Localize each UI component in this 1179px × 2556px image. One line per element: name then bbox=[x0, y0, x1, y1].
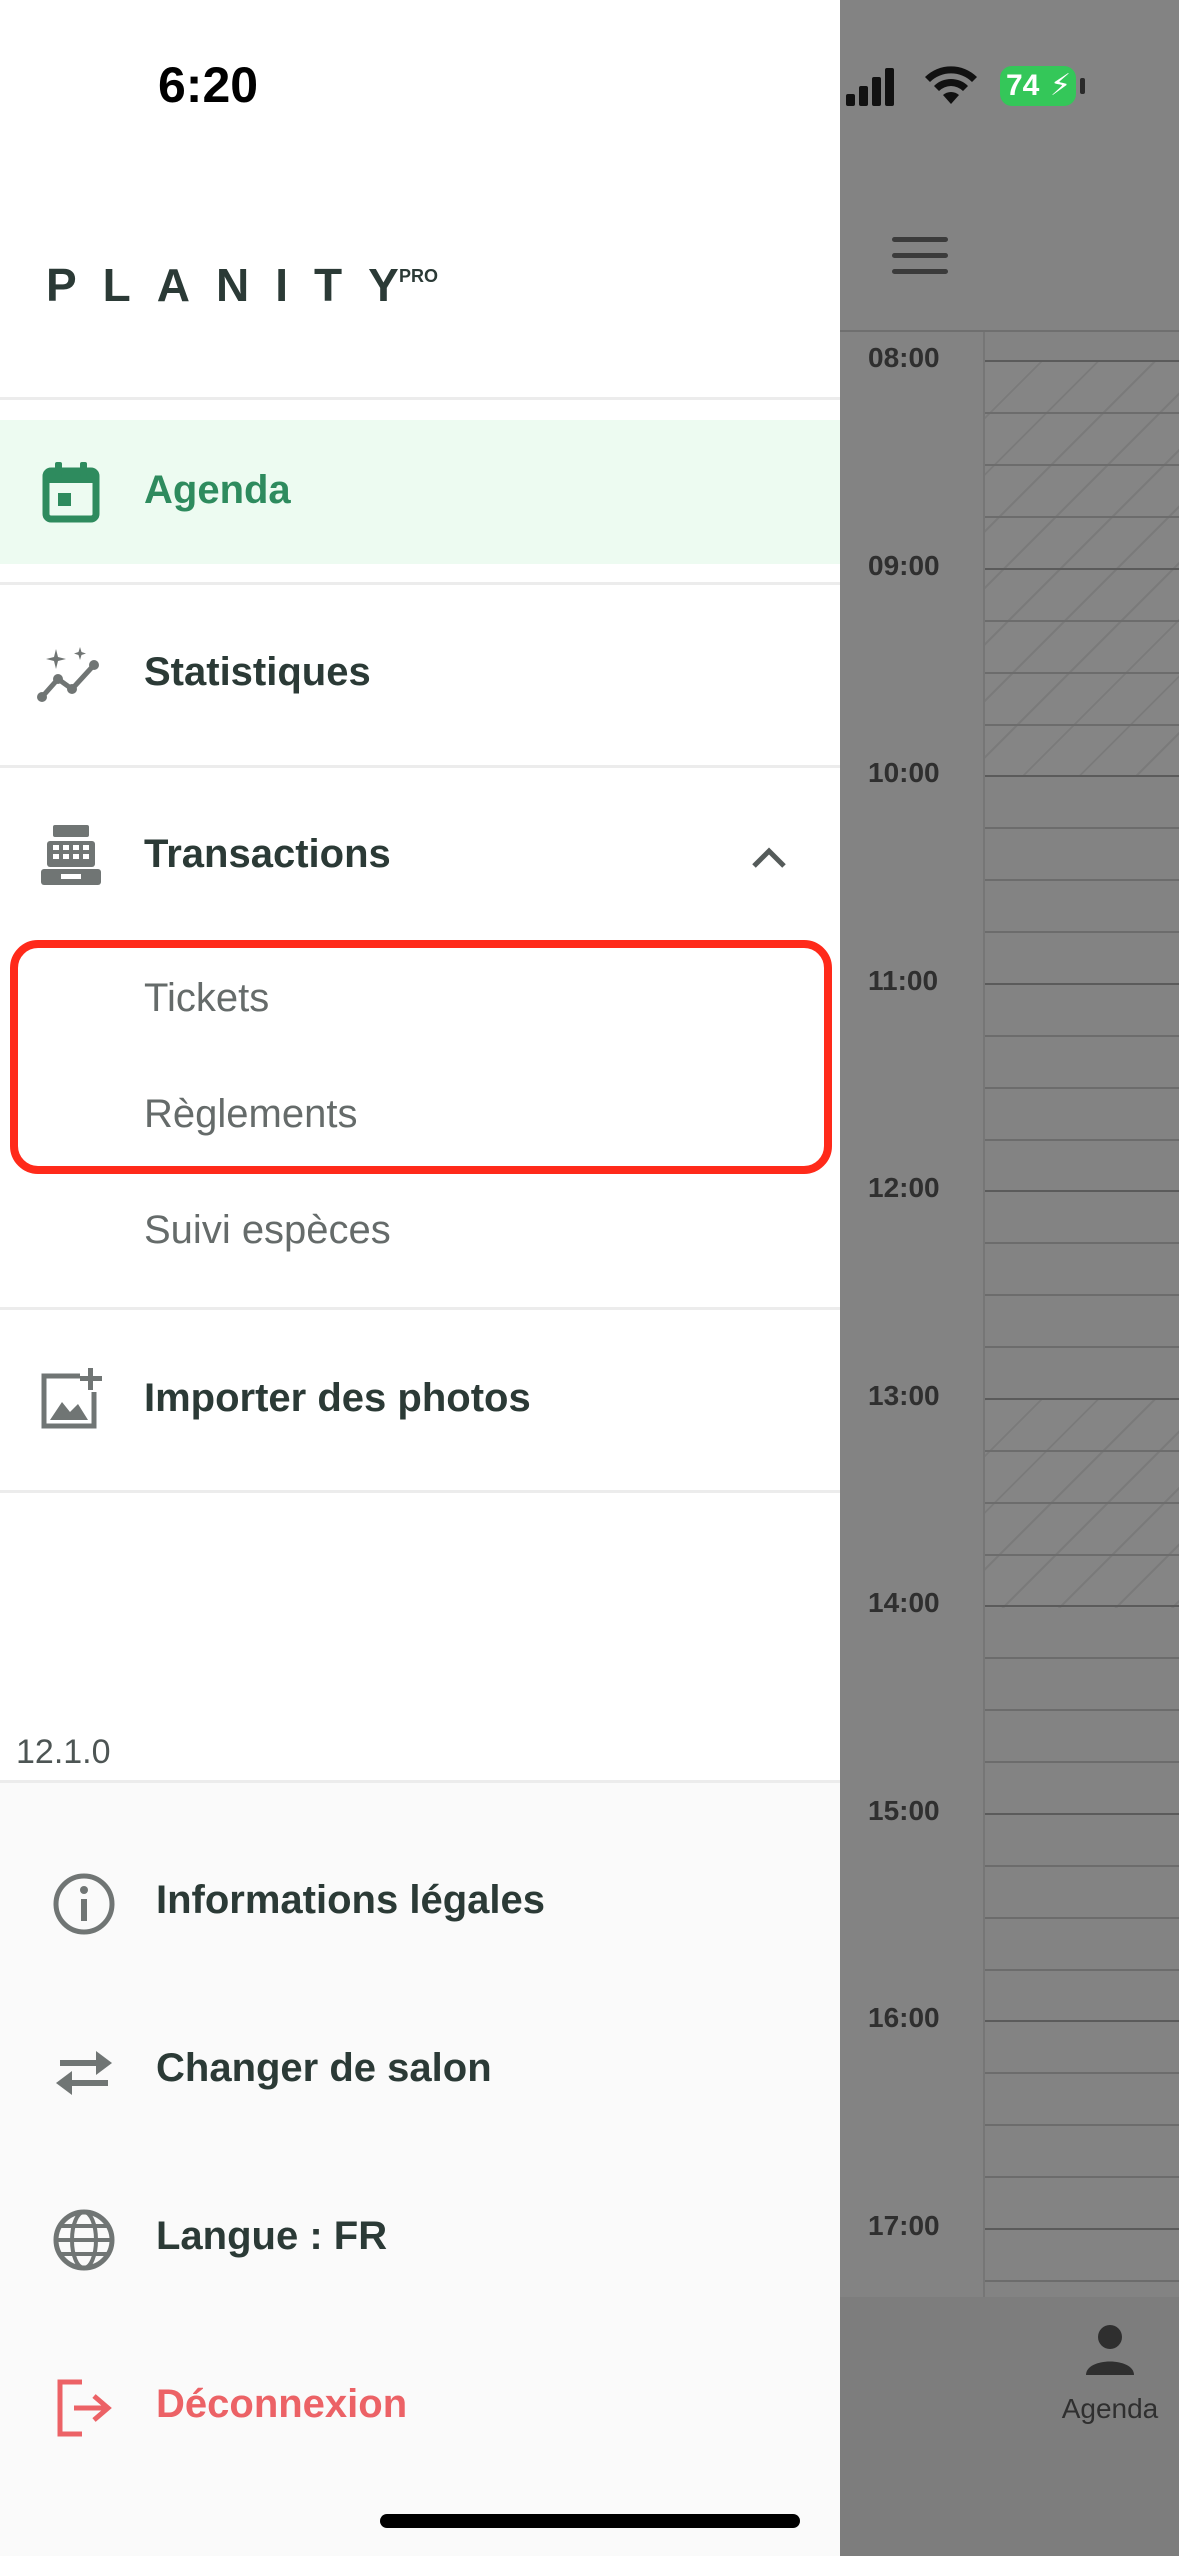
quarter-line bbox=[985, 1087, 1179, 1089]
quarter-line bbox=[985, 1450, 1179, 1452]
quarter-line bbox=[985, 1242, 1179, 1244]
time-label: 11:00 bbox=[868, 965, 939, 996]
quarter-line bbox=[985, 1139, 1179, 1141]
drawer-footer: Informations légales Changer de salon La… bbox=[0, 1780, 840, 2556]
hour-line bbox=[985, 568, 1179, 570]
quarter-line bbox=[985, 620, 1179, 622]
home-indicator bbox=[380, 2514, 800, 2528]
swap-arrows-icon bbox=[48, 2036, 120, 2108]
menu-item-agenda[interactable]: Agenda bbox=[0, 420, 840, 564]
annotation-highlight-box bbox=[10, 940, 832, 1174]
tab-bar: Agenda bbox=[840, 2297, 1179, 2556]
logout-icon bbox=[48, 2372, 120, 2444]
menu-item-importer-photos[interactable]: Importer des photos bbox=[0, 1330, 840, 1470]
menu-item-transactions[interactable]: Transactions bbox=[0, 786, 840, 926]
battery-icon: 74 ⚡ bbox=[1000, 66, 1076, 106]
hour-line bbox=[985, 2020, 1179, 2022]
time-label: 13:00 bbox=[868, 1380, 940, 1411]
quarter-line bbox=[985, 1761, 1179, 1763]
wifi-icon bbox=[925, 66, 977, 104]
quarter-line bbox=[985, 827, 1179, 829]
quarter-line bbox=[985, 516, 1179, 518]
calendar-icon bbox=[36, 457, 106, 527]
time-label: 10:00 bbox=[868, 757, 940, 788]
battery-level: 74 bbox=[1006, 69, 1040, 102]
add-photo-icon bbox=[36, 1364, 106, 1434]
time-label: 17:00 bbox=[868, 2210, 940, 2241]
footer-item-legal[interactable]: Informations légales bbox=[0, 1834, 840, 1974]
cash-register-icon bbox=[36, 820, 106, 890]
footer-item-logout-label: Déconnexion bbox=[156, 2382, 408, 2426]
globe-icon bbox=[48, 2204, 120, 2276]
quarter-line bbox=[985, 412, 1179, 414]
status-bar-right: 74 ⚡ bbox=[840, 62, 1179, 112]
person-icon bbox=[1086, 2325, 1134, 2375]
quarter-line bbox=[985, 2072, 1179, 2074]
menu-item-transactions-label: Transactions bbox=[144, 832, 391, 876]
footer-item-language[interactable]: Langue : FR bbox=[0, 2170, 840, 2310]
quarter-line bbox=[985, 2124, 1179, 2126]
quarter-line bbox=[985, 2280, 1179, 2282]
app-version: 12.1.0 bbox=[16, 1733, 111, 1771]
quarter-line bbox=[985, 1294, 1179, 1296]
quarter-line bbox=[985, 1865, 1179, 1867]
cellular-signal-icon bbox=[846, 68, 894, 106]
quarter-line bbox=[985, 879, 1179, 881]
menu-item-importer-photos-label: Importer des photos bbox=[144, 1376, 531, 1420]
quarter-line bbox=[985, 464, 1179, 466]
hour-line bbox=[985, 360, 1179, 362]
charging-bolt-icon: ⚡ bbox=[1050, 68, 1072, 103]
time-label: 09:00 bbox=[868, 550, 940, 581]
navigation-drawer: 6:20 PLANITY PRO Agenda Statistiques Tra… bbox=[0, 0, 840, 2556]
hour-line bbox=[985, 1190, 1179, 1192]
quarter-line bbox=[985, 672, 1179, 674]
menu-item-statistiques[interactable]: Statistiques bbox=[0, 604, 840, 744]
hour-line bbox=[985, 1813, 1179, 1815]
hour-line bbox=[985, 775, 1179, 777]
menu-item-statistiques-label: Statistiques bbox=[144, 650, 371, 694]
time-label: 15:00 bbox=[868, 1795, 940, 1826]
stats-sparkle-icon bbox=[36, 640, 106, 710]
time-label: 12:00 bbox=[868, 1172, 940, 1203]
footer-item-language-label: Langue : FR bbox=[156, 2214, 388, 2258]
hour-line bbox=[985, 983, 1179, 985]
quarter-line bbox=[985, 1657, 1179, 1659]
quarter-line bbox=[985, 1346, 1179, 1348]
menu-item-agenda-label: Agenda bbox=[144, 468, 291, 512]
hour-line bbox=[985, 2228, 1179, 2230]
quarter-line bbox=[985, 1554, 1179, 1556]
agenda-background: 74 ⚡ 08:00 09:00 10:00 11:00 12:00 13:00… bbox=[840, 0, 1179, 2556]
chevron-up-icon[interactable] bbox=[746, 834, 792, 880]
time-label: 14:00 bbox=[868, 1587, 940, 1618]
footer-item-legal-label: Informations légales bbox=[156, 1878, 545, 1922]
quarter-line bbox=[985, 1502, 1179, 1504]
quarter-line bbox=[985, 1917, 1179, 1919]
quarter-line bbox=[985, 931, 1179, 933]
quarter-line bbox=[985, 1709, 1179, 1711]
footer-item-change-salon[interactable]: Changer de salon bbox=[0, 2002, 840, 2142]
footer-item-change-salon-label: Changer de salon bbox=[156, 2046, 492, 2090]
planity-logo: PLANITY bbox=[46, 259, 425, 311]
submenu-item-suivi-especes[interactable]: Suivi espèces bbox=[144, 1208, 391, 1253]
hour-line bbox=[985, 1605, 1179, 1607]
quarter-line bbox=[985, 1035, 1179, 1037]
quarter-line bbox=[985, 2176, 1179, 2178]
time-label: 08:00 bbox=[868, 342, 940, 373]
tab-agenda-label: Agenda bbox=[1061, 2393, 1159, 2424]
info-icon bbox=[48, 1868, 120, 1940]
footer-item-logout[interactable]: Déconnexion bbox=[0, 2338, 840, 2478]
hamburger-menu-icon[interactable] bbox=[892, 237, 948, 274]
status-time: 6:20 bbox=[158, 57, 259, 113]
time-label: 16:00 bbox=[868, 2002, 940, 2033]
quarter-line bbox=[985, 1969, 1179, 1971]
quarter-line bbox=[985, 724, 1179, 726]
planity-logo-pro: PRO bbox=[399, 266, 439, 286]
hour-line bbox=[985, 1398, 1179, 1400]
